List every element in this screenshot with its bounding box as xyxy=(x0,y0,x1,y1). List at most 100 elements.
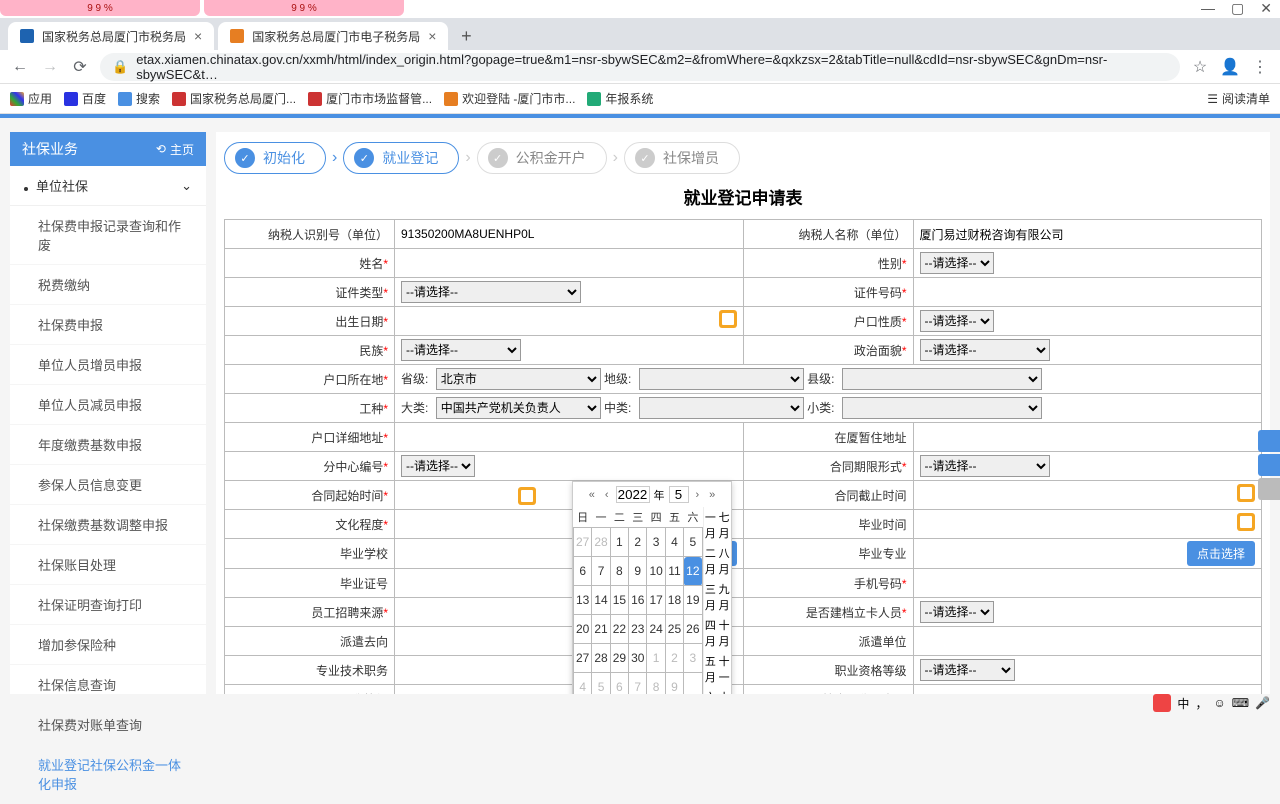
day-cell[interactable]: 7 xyxy=(592,557,610,586)
calendar-icon[interactable] xyxy=(719,310,737,328)
day-cell[interactable]: 16 xyxy=(629,586,647,615)
day-cell[interactable]: 29 xyxy=(610,644,628,673)
city-select[interactable] xyxy=(639,368,804,390)
sidebar-item[interactable]: 社保费申报 xyxy=(10,305,206,345)
step-init[interactable]: ✓初始化 xyxy=(224,142,326,174)
day-cell[interactable]: 23 xyxy=(629,615,647,644)
bookmark-search[interactable]: 搜索 xyxy=(118,90,160,107)
month-cell[interactable]: 五月 xyxy=(704,651,718,687)
day-cell[interactable]: 9 xyxy=(629,557,647,586)
bookmark-login[interactable]: 欢迎登陆 -厦门市市... xyxy=(444,90,575,107)
ime-emoji-icon[interactable]: ☺ xyxy=(1213,696,1225,710)
birth-input[interactable] xyxy=(401,310,715,332)
month-input[interactable] xyxy=(669,486,689,503)
browser-tab-1[interactable]: 国家税务总局厦门市税务局 × xyxy=(8,22,214,50)
day-cell[interactable]: 20 xyxy=(574,615,592,644)
day-cell[interactable]: 5 xyxy=(592,673,610,695)
sidebar-item[interactable]: 社保信息查询 xyxy=(10,665,206,705)
month-cell[interactable]: 三月 xyxy=(704,579,718,615)
reading-list[interactable]: ☰阅读清单 xyxy=(1207,90,1270,107)
date-picker[interactable]: « ‹ 年 › » 日一二三四五六27281234567891011121314… xyxy=(572,481,732,694)
month-cell[interactable]: 七月 xyxy=(717,507,731,543)
close-window-icon[interactable]: ✕ xyxy=(1260,0,1272,17)
day-cell[interactable]: 14 xyxy=(592,586,610,615)
grad-time-input[interactable] xyxy=(920,513,1234,535)
sogou-icon[interactable] xyxy=(1153,694,1171,712)
hukou-addr-input[interactable] xyxy=(401,426,737,448)
contract-type-select[interactable]: --请选择-- xyxy=(920,455,1050,477)
sidebar-item[interactable]: 单位人员增员申报 xyxy=(10,345,206,385)
hukou-select[interactable]: --请选择-- xyxy=(920,310,994,332)
month-cell[interactable]: 九月 xyxy=(717,579,731,615)
day-cell[interactable]: 2 xyxy=(665,644,683,673)
maximize-icon[interactable]: ▢ xyxy=(1231,0,1244,17)
next-month-icon[interactable]: › xyxy=(693,489,703,501)
bookmark-annual[interactable]: 年报系统 xyxy=(587,90,653,107)
day-cell[interactable]: 30 xyxy=(629,644,647,673)
province-select[interactable]: 北京市 xyxy=(436,368,601,390)
prev-month-icon[interactable]: ‹ xyxy=(602,489,612,501)
minimize-icon[interactable]: — xyxy=(1201,0,1215,17)
step-add-member[interactable]: ✓社保增员 xyxy=(624,142,740,174)
day-cell[interactable]: 4 xyxy=(665,528,683,557)
month-cell[interactable]: 一月 xyxy=(704,507,718,543)
job-sub-select[interactable] xyxy=(842,397,1042,419)
gender-select[interactable]: --请选择-- xyxy=(920,252,994,274)
widget-icon[interactable] xyxy=(1258,430,1280,452)
new-tab-button[interactable]: + xyxy=(452,22,480,50)
home-link[interactable]: ⟲ 主页 xyxy=(156,141,194,158)
forward-icon[interactable]: → xyxy=(40,58,60,76)
day-cell[interactable]: 7 xyxy=(629,673,647,695)
profile-icon[interactable]: 👤 xyxy=(1220,57,1240,77)
day-cell[interactable]: 6 xyxy=(610,673,628,695)
step-employment[interactable]: ✓就业登记 xyxy=(343,142,459,174)
sidebar-item[interactable]: 就业登记社保公积金一体化申报 xyxy=(10,745,206,804)
day-cell[interactable]: 12 xyxy=(684,557,702,586)
ime-lang[interactable]: 中 xyxy=(1177,695,1189,712)
day-cell[interactable]: 28 xyxy=(592,528,610,557)
sidebar-item[interactable]: 社保证明查询打印 xyxy=(10,585,206,625)
xiamen-addr-input[interactable] xyxy=(920,426,1256,448)
apps-icon[interactable]: 应用 xyxy=(10,90,52,107)
day-cell[interactable]: 19 xyxy=(684,586,702,615)
month-cell[interactable]: 二月 xyxy=(704,543,718,579)
ime-mic-icon[interactable]: 🎤 xyxy=(1255,696,1270,710)
day-cell[interactable]: 1 xyxy=(610,528,628,557)
contract-end-input[interactable] xyxy=(920,484,1234,506)
day-cell[interactable]: 22 xyxy=(610,615,628,644)
widget-icon[interactable] xyxy=(1258,454,1280,476)
id-no-input[interactable] xyxy=(920,281,1256,303)
day-cell[interactable]: 13 xyxy=(574,586,592,615)
bookmark-tax[interactable]: 国家税务总局厦门... xyxy=(172,90,296,107)
day-cell[interactable]: 3 xyxy=(647,528,665,557)
day-cell[interactable] xyxy=(684,673,702,695)
day-cell[interactable]: 28 xyxy=(592,644,610,673)
sidebar-item[interactable]: 社保费对账单查询 xyxy=(10,705,206,745)
day-cell[interactable]: 8 xyxy=(647,673,665,695)
day-cell[interactable]: 26 xyxy=(684,615,702,644)
day-cell[interactable]: 17 xyxy=(647,586,665,615)
day-cell[interactable]: 10 xyxy=(647,557,665,586)
sidebar-section[interactable]: 单位社保 ⌄ xyxy=(10,166,206,206)
day-cell[interactable]: 11 xyxy=(665,557,683,586)
ime-punct[interactable]: ， xyxy=(1195,695,1207,712)
url-field[interactable]: 🔒 etax.xiamen.chinatax.gov.cn/xxmh/html/… xyxy=(100,53,1180,81)
day-cell[interactable]: 2 xyxy=(629,528,647,557)
bookmark-market[interactable]: 厦门市市场监督管... xyxy=(308,90,432,107)
day-cell[interactable]: 25 xyxy=(665,615,683,644)
step-fund[interactable]: ✓公积金开户 xyxy=(477,142,607,174)
sidebar-item[interactable]: 参保人员信息变更 xyxy=(10,465,206,505)
close-tab-icon[interactable]: × xyxy=(194,28,202,44)
dispatch-unit-input[interactable] xyxy=(920,630,1256,652)
name-input[interactable] xyxy=(401,252,737,274)
reload-icon[interactable]: ⟳ xyxy=(70,57,90,77)
back-icon[interactable]: ← xyxy=(10,58,30,76)
day-cell[interactable]: 5 xyxy=(684,528,702,557)
day-cell[interactable]: 18 xyxy=(665,586,683,615)
sidebar-item[interactable]: 社保账目处理 xyxy=(10,545,206,585)
menu-icon[interactable]: ⋮ xyxy=(1250,57,1270,77)
star-icon[interactable]: ☆ xyxy=(1190,57,1210,77)
job-mid-select[interactable] xyxy=(639,397,804,419)
next-year-icon[interactable]: » xyxy=(706,489,718,501)
sidebar-item[interactable]: 单位人员减员申报 xyxy=(10,385,206,425)
